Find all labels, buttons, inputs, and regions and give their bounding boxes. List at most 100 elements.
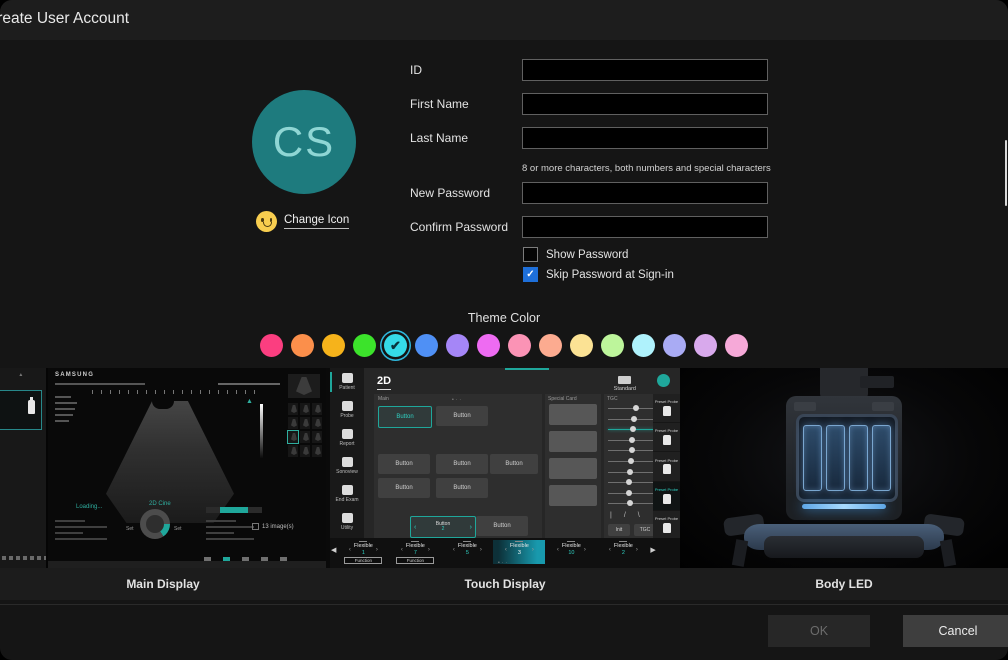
stepper-left-icon[interactable]: ‹ — [414, 524, 416, 531]
tgc-slider[interactable] — [608, 416, 656, 422]
theme-color-swatch[interactable]: ✔ — [322, 334, 345, 357]
stepper-right-icon[interactable]: › — [470, 524, 472, 531]
show-password-checkbox[interactable] — [523, 247, 538, 262]
tgc-slider[interactable] — [608, 405, 656, 411]
theme-color-swatch[interactable]: ✔ — [508, 334, 531, 357]
touch-sidebar-item[interactable]: End Exam — [330, 480, 364, 508]
skip-password-row[interactable]: ✓ Skip Password at Sign-in — [523, 267, 674, 282]
first-name-input[interactable] — [522, 93, 768, 115]
touch-sidebar-item[interactable]: Patient — [330, 368, 364, 396]
special-card-panel: Special Card — [545, 394, 601, 540]
touch-button[interactable]: Button — [436, 406, 488, 426]
preset-probe-item[interactable]: Preset Probe — [653, 511, 680, 540]
change-icon-control[interactable]: Change Icon — [256, 211, 349, 232]
create-user-account-dialog: Create User Account CS Change Icon ID Fi… — [0, 0, 1008, 660]
thumbnail-cell[interactable] — [300, 431, 310, 443]
touch-button[interactable]: Button — [378, 406, 432, 428]
theme-color-swatch[interactable]: ✔ — [570, 334, 593, 357]
thumbnail-cell[interactable] — [300, 445, 310, 457]
show-password-row[interactable]: Show Password — [523, 247, 628, 262]
page-left-icon[interactable]: ◀ — [331, 546, 336, 554]
preset-probe-item[interactable]: Preset Probe — [653, 394, 680, 423]
touch-sidebar-item[interactable]: Report — [330, 424, 364, 452]
thumbnail-cell[interactable] — [288, 431, 298, 443]
touch-button[interactable]: Button — [476, 516, 528, 536]
special-card-button[interactable] — [549, 485, 597, 506]
ok-button[interactable]: OK — [768, 615, 870, 647]
preset-probe-item[interactable]: Preset Probe — [653, 452, 680, 481]
preset-probe-item[interactable]: Preset Probe — [653, 423, 680, 452]
theme-color-swatch[interactable]: ✔ — [415, 334, 438, 357]
theme-color-swatch[interactable]: ✔ — [694, 334, 717, 357]
user-avatar-mini[interactable] — [657, 374, 670, 387]
cancel-button[interactable]: Cancel — [903, 615, 1008, 647]
grayscale-bar — [260, 404, 263, 458]
tgc-slider[interactable] — [608, 479, 656, 485]
loading-text: Loading... — [76, 504, 102, 510]
theme-color-swatch[interactable]: ✔ — [446, 334, 469, 357]
display-icon — [618, 376, 631, 384]
thumbnail-cell[interactable] — [288, 403, 298, 415]
probe-icon — [28, 400, 35, 414]
theme-color-swatch[interactable]: ✔ — [477, 334, 500, 357]
tgc-slider[interactable] — [608, 437, 656, 443]
thumbnail-cell[interactable] — [288, 445, 298, 457]
theme-color-swatch[interactable]: ✔ — [725, 334, 748, 357]
touch-display-preview[interactable]: Patient Probe Report Sonoview End Exam U… — [330, 368, 680, 568]
touch-button[interactable]: Button — [436, 478, 488, 498]
scrollbar-thumb[interactable] — [1005, 140, 1007, 206]
confirm-password-input[interactable] — [522, 216, 768, 238]
thumbnail-grid — [288, 403, 322, 457]
touch-button[interactable]: Button — [436, 454, 488, 474]
touch-sidebar-item[interactable]: Utility — [330, 508, 364, 536]
theme-color-swatch[interactable]: ✔ — [260, 334, 283, 357]
tgc-slider[interactable] — [608, 458, 656, 464]
flexible-page-item[interactable]: ‹ Flexible5 › — [441, 540, 493, 564]
skip-password-checkbox[interactable]: ✓ — [523, 267, 538, 282]
tgc-slider[interactable] — [608, 426, 656, 432]
thumbnail-cell[interactable] — [300, 403, 310, 415]
flexible-page-item[interactable]: ‹ Flexible10 › — [545, 540, 597, 564]
thumbnail-cell[interactable] — [288, 417, 298, 429]
function-button[interactable]: Function — [344, 557, 382, 564]
tgc-slider[interactable] — [608, 469, 656, 475]
theme-color-swatch[interactable]: ✔ — [539, 334, 562, 357]
main-display-preview[interactable]: SAMSUNG ▲ Loading... 2D Cine Set Set — [48, 368, 326, 568]
preset-probe-item[interactable]: Preset Probe — [653, 482, 680, 511]
flexible-page-item[interactable]: ‹ Flexible2 › — [597, 540, 649, 564]
special-card-button[interactable] — [549, 431, 597, 452]
tgc-slider[interactable] — [608, 447, 656, 453]
thumbnail-cell[interactable] — [300, 417, 310, 429]
flexible-page-item[interactable]: ‹ Flexible7 › Function — [389, 540, 441, 564]
button-stepper[interactable]: ‹ Button2 › — [410, 516, 476, 538]
special-card-button[interactable] — [549, 404, 597, 425]
tgc-slider[interactable] — [608, 490, 656, 496]
standard-selector[interactable]: Standard — [614, 376, 636, 392]
thumbnail-cell[interactable] — [312, 403, 322, 415]
touch-button[interactable]: Button — [490, 454, 538, 474]
theme-color-swatch[interactable]: ✔ — [663, 334, 686, 357]
last-name-input[interactable] — [522, 127, 768, 149]
touch-sidebar-item[interactable]: Probe — [330, 396, 364, 424]
theme-color-swatch[interactable]: ✔ — [384, 334, 407, 357]
special-card-button[interactable] — [549, 458, 597, 479]
page-right-icon[interactable]: ▶ — [650, 546, 655, 554]
tgc-slider[interactable] — [608, 500, 656, 506]
touch-sidebar-item[interactable]: Sonoview — [330, 452, 364, 480]
body-led-preview[interactable] — [680, 368, 1008, 568]
new-password-input[interactable] — [522, 182, 768, 204]
init-button[interactable]: Init — [608, 524, 630, 536]
theme-color-swatch[interactable]: ✔ — [291, 334, 314, 357]
touch-button[interactable]: Button — [378, 478, 430, 498]
theme-color-swatch[interactable]: ✔ — [632, 334, 655, 357]
theme-color-swatch[interactable]: ✔ — [601, 334, 624, 357]
theme-color-swatch[interactable]: ✔ — [353, 334, 376, 357]
change-icon-link[interactable]: Change Icon — [284, 214, 349, 229]
function-button[interactable]: Function — [396, 557, 434, 564]
touch-button[interactable]: Button — [378, 454, 430, 474]
id-input[interactable] — [522, 59, 768, 81]
flexible-page-item[interactable]: ‹ Flexible1 › Function — [337, 540, 389, 564]
thumbnail-cell[interactable] — [312, 431, 322, 443]
thumbnail-cell[interactable] — [312, 445, 322, 457]
thumbnail-cell[interactable] — [312, 417, 322, 429]
